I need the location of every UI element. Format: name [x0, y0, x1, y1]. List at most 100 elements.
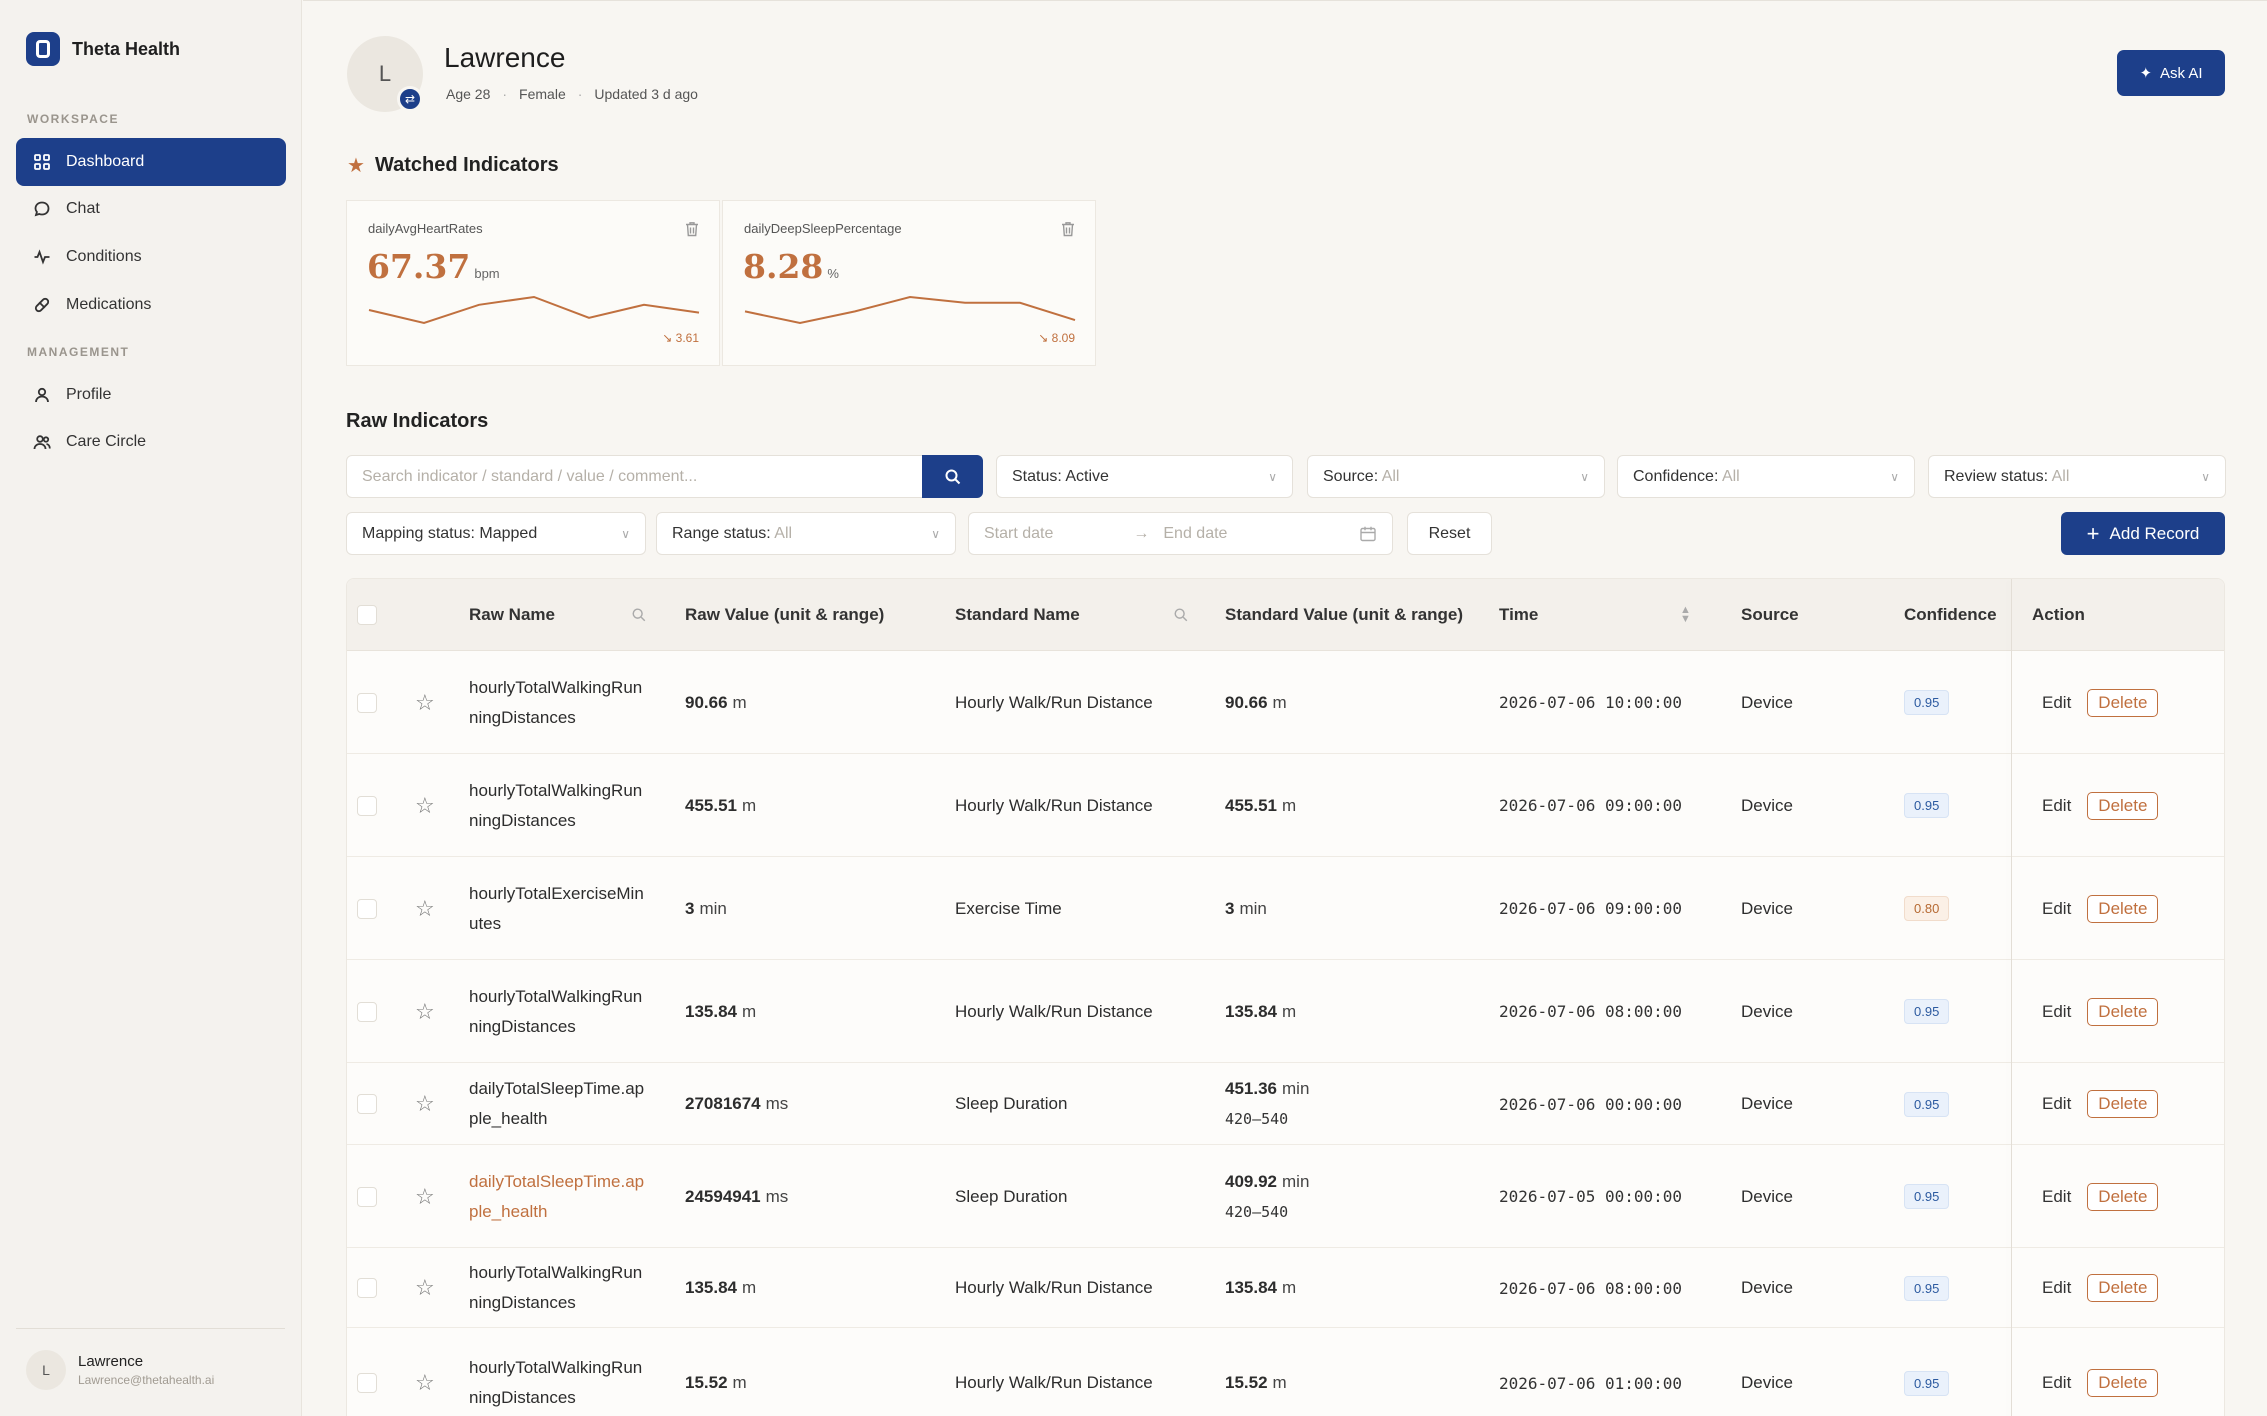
delete-button[interactable]: Delete: [2087, 1369, 2159, 1397]
row-checkbox[interactable]: [357, 754, 377, 857]
raw-indicators-table: Raw Name Raw Value (unit & range) Standa…: [346, 578, 2225, 1416]
star-outline-icon[interactable]: ☆: [415, 1063, 435, 1145]
col-time[interactable]: Time: [1499, 579, 1538, 651]
edit-button[interactable]: Edit: [2032, 689, 2081, 717]
ask-ai-button[interactable]: ✦ Ask AI: [2117, 50, 2225, 96]
sidebar-item-label: Care Circle: [66, 433, 147, 450]
sidebar-item-medications[interactable]: Medications: [16, 281, 286, 329]
star-outline-icon[interactable]: ☆: [415, 651, 435, 754]
time-cell: 2026-07-06 08:00:00: [1499, 1278, 1683, 1298]
edit-button[interactable]: Edit: [2032, 1274, 2081, 1302]
calendar-icon: [1360, 526, 1376, 541]
row-checkbox[interactable]: [357, 1328, 377, 1416]
star-outline-icon[interactable]: ☆: [415, 754, 435, 857]
standard-name-search-icon[interactable]: [1173, 579, 1189, 651]
pill-icon: [32, 295, 52, 315]
source-filter[interactable]: Source: All ∨: [1307, 455, 1605, 498]
switch-profile-icon[interactable]: ⇄: [397, 86, 423, 112]
confidence-badge: 0.80: [1904, 857, 1950, 960]
star-outline-icon[interactable]: ☆: [415, 1328, 435, 1416]
delete-button[interactable]: Delete: [2087, 1182, 2159, 1211]
delete-button[interactable]: Delete: [2087, 1090, 2159, 1118]
sidebar-item-conditions[interactable]: Conditions: [16, 233, 286, 281]
profile-name: Lawrence: [444, 42, 566, 73]
star-outline-icon[interactable]: ☆: [415, 960, 435, 1063]
select-all-checkbox[interactable]: [357, 579, 377, 651]
mapping-status-filter[interactable]: Mapping status: Mapped ∨: [346, 512, 646, 555]
row-checkbox[interactable]: [357, 1063, 377, 1145]
sidebar-item-care-circle[interactable]: Care Circle: [16, 418, 286, 466]
edit-button[interactable]: Edit: [2032, 792, 2081, 820]
indicator-name: dailyAvgHeartRates: [368, 221, 483, 236]
standard-range: 420–540: [1225, 1202, 1289, 1221]
col-confidence: Confidence: [1904, 605, 1997, 624]
delete-button[interactable]: Delete: [2087, 791, 2159, 820]
search-field[interactable]: [346, 455, 924, 498]
row-checkbox[interactable]: [357, 1248, 377, 1328]
star-outline-icon[interactable]: ☆: [415, 1248, 435, 1328]
confidence-filter[interactable]: Confidence: All ∨: [1617, 455, 1915, 498]
search-button[interactable]: [922, 455, 983, 498]
standard-value-cell: 90.66 m: [1225, 692, 1287, 712]
search-input[interactable]: [362, 467, 923, 486]
sparkline: [368, 295, 700, 325]
delete-button[interactable]: Delete: [2087, 997, 2159, 1026]
row-checkbox[interactable]: [357, 857, 377, 960]
source-cell: Device: [1741, 1373, 1793, 1392]
trash-icon[interactable]: [685, 221, 699, 242]
col-standard-name[interactable]: Standard Name: [955, 579, 1080, 651]
end-date-input[interactable]: End date: [1163, 525, 1359, 543]
table-row[interactable]: ☆ hourlyTotalWalkingRunningDistances 455…: [347, 754, 2224, 857]
sidebar: Theta Health WORKSPACE Dashboard Chat Co…: [0, 0, 302, 1416]
pulse-icon: [32, 247, 52, 267]
trash-icon[interactable]: [1061, 221, 1075, 242]
row-checkbox[interactable]: [357, 1145, 377, 1248]
raw-name-cell: dailyTotalSleepTime.apple_health: [469, 1079, 645, 1128]
standard-range: 420–540: [1225, 1110, 1289, 1128]
raw-name-cell[interactable]: dailyTotalSleepTime.apple_health: [469, 1145, 649, 1248]
row-checkbox[interactable]: [357, 651, 377, 754]
table-row[interactable]: ☆ dailyTotalSleepTime.apple_health 24594…: [347, 1145, 2224, 1248]
date-range-picker[interactable]: Start date → End date: [968, 512, 1393, 555]
sidebar-item-profile[interactable]: Profile: [16, 371, 286, 419]
star-outline-icon[interactable]: ☆: [415, 857, 435, 960]
table-row[interactable]: ☆ hourlyTotalWalkingRunningDistances 90.…: [347, 651, 2224, 754]
reset-button[interactable]: Reset: [1407, 512, 1492, 555]
star-outline-icon[interactable]: ☆: [415, 1145, 435, 1248]
chevron-down-icon: ∨: [931, 526, 940, 541]
sidebar-item-chat[interactable]: Chat: [16, 185, 286, 233]
plus-icon: +: [2086, 520, 2100, 546]
watched-card[interactable]: dailyDeepSleepPercentage 8.28% ↘ 8.09: [722, 200, 1096, 366]
table-row[interactable]: ☆ hourlyTotalExerciseMinutes 3 min Exerci…: [347, 857, 2224, 960]
watched-card[interactable]: dailyAvgHeartRates 67.37 bpm ↘ 3.61: [346, 200, 720, 366]
add-record-button[interactable]: + Add Record: [2061, 512, 2225, 555]
row-actions: Edit Delete: [2032, 651, 2159, 754]
brand[interactable]: Theta Health: [26, 32, 180, 66]
raw-value-cell: 135.84 m: [685, 1001, 757, 1021]
raw-name-search-icon[interactable]: [631, 579, 647, 651]
start-date-input[interactable]: Start date: [984, 525, 1053, 543]
delete-button[interactable]: Delete: [2087, 688, 2159, 717]
sort-icon[interactable]: ▲ ▼: [1680, 579, 1691, 651]
row-checkbox[interactable]: [357, 960, 377, 1063]
delete-button[interactable]: Delete: [2087, 894, 2159, 923]
edit-button[interactable]: Edit: [2032, 998, 2081, 1026]
table-row[interactable]: ☆ dailyTotalSleepTime.apple_health 27081…: [347, 1063, 2224, 1145]
current-user[interactable]: L Lawrence Lawrence@thetahealth.ai: [26, 1350, 214, 1390]
table-row[interactable]: ☆ hourlyTotalWalkingRunningDistances 135…: [347, 1248, 2224, 1328]
sidebar-item-label: Medications: [66, 296, 152, 313]
filter-value: All: [1381, 467, 1400, 485]
edit-button[interactable]: Edit: [2032, 1369, 2081, 1397]
col-raw-name[interactable]: Raw Name: [469, 579, 555, 651]
review-status-filter[interactable]: Review status: All ∨: [1928, 455, 2226, 498]
table-row[interactable]: ☆ hourlyTotalWalkingRunningDistances 135…: [347, 960, 2224, 1063]
table-row[interactable]: ☆ hourlyTotalWalkingRunningDistances 15.…: [347, 1328, 2224, 1416]
delete-button[interactable]: Delete: [2087, 1274, 2159, 1302]
sidebar-item-dashboard[interactable]: Dashboard: [16, 138, 286, 186]
edit-button[interactable]: Edit: [2032, 1090, 2081, 1118]
edit-button[interactable]: Edit: [2032, 1183, 2081, 1211]
status-filter[interactable]: Status: Active ∨: [996, 455, 1293, 498]
source-cell: Device: [1741, 1278, 1793, 1297]
range-status-filter[interactable]: Range status: All ∨: [656, 512, 956, 555]
edit-button[interactable]: Edit: [2032, 895, 2081, 923]
